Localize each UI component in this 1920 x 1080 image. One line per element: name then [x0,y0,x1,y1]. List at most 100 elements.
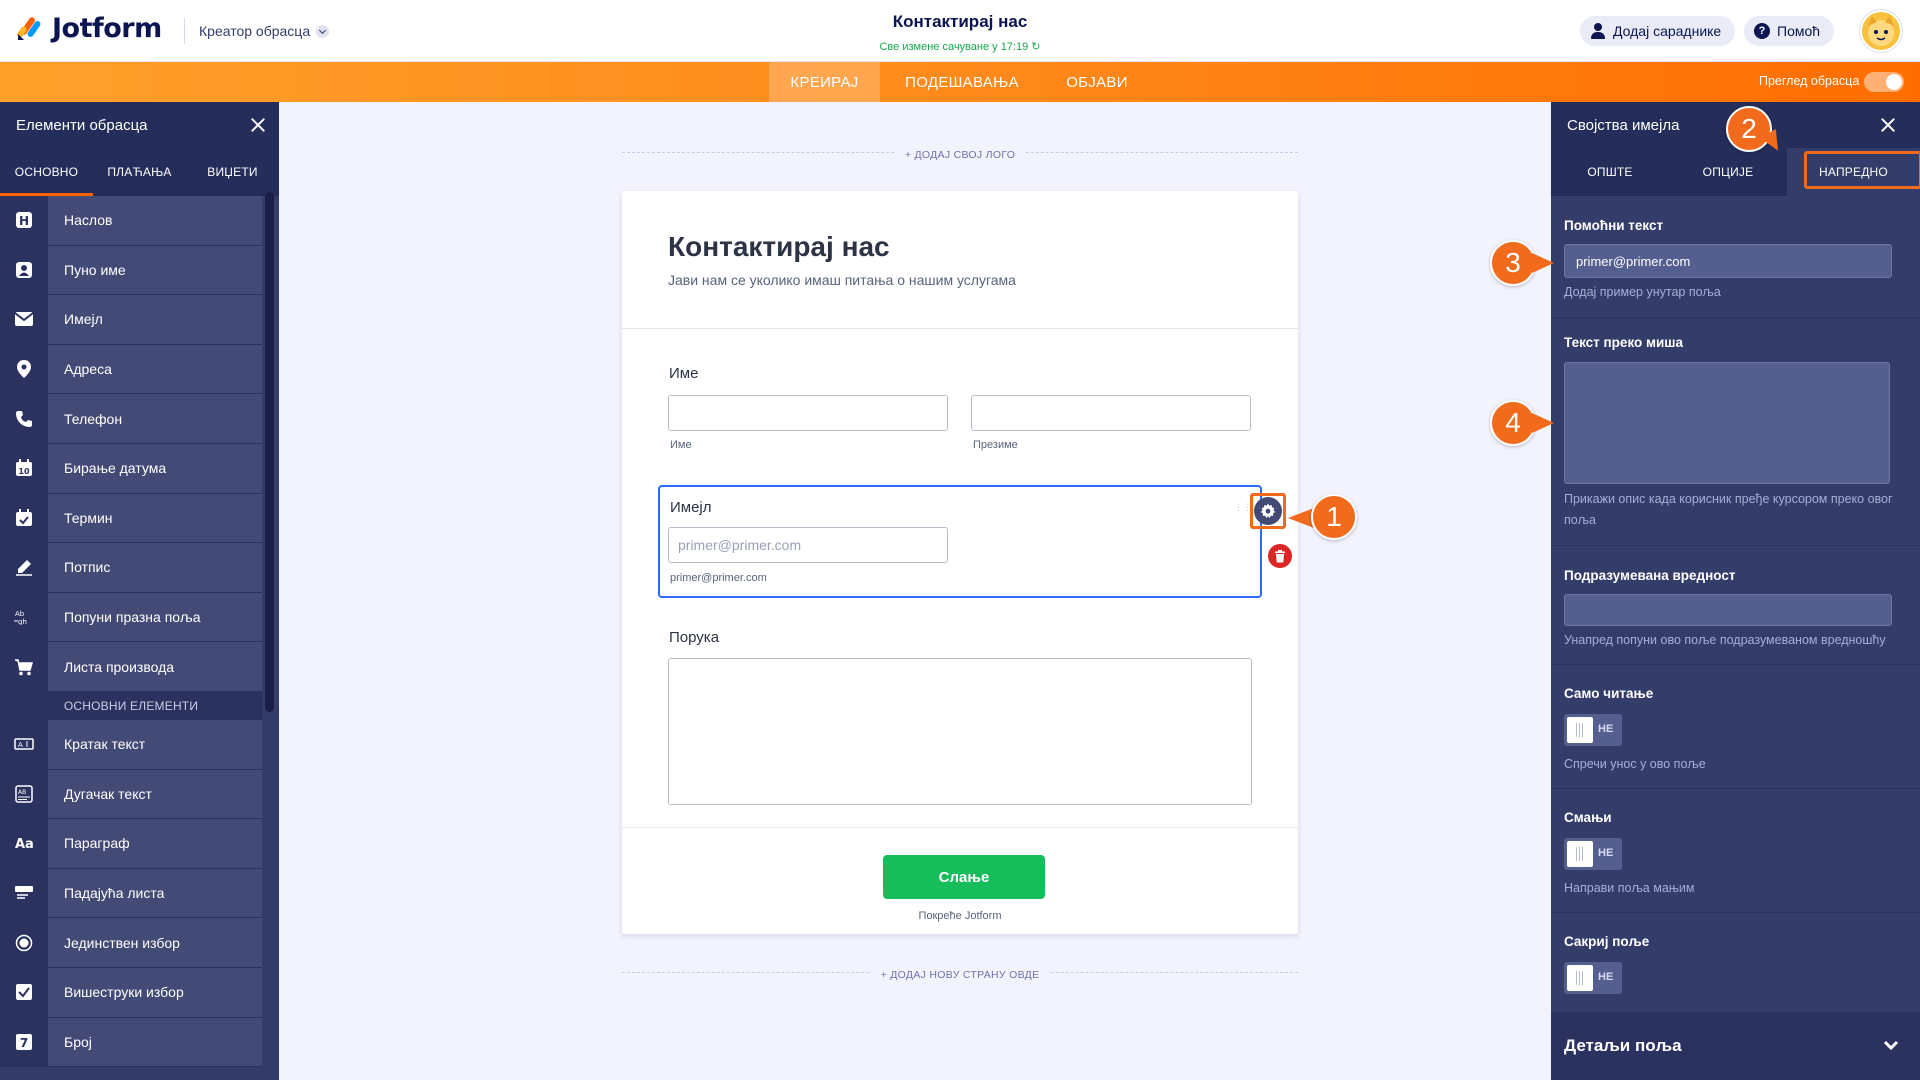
element-appointment[interactable]: Термин [0,493,262,544]
close-icon[interactable] [1880,117,1896,133]
email-input[interactable]: primer@primer.com [668,527,948,563]
elements-panel-header: Елементи обрасца [0,102,279,148]
map-pin-icon [0,344,48,394]
add-logo-wrap: + ДОДАЈ СВОЈ ЛОГО [622,145,1298,163]
tab-create[interactable]: КРЕИРАЈ [769,62,880,102]
hint-value: primer@primer.com [1576,253,1691,269]
elements-scrollbar[interactable] [265,192,274,712]
hover-text-help: Прикажи опис када корисник пређе курсоро… [1564,492,1893,527]
element-label: Наслов [64,212,113,229]
delete-field-button[interactable] [1268,544,1292,568]
read-only-toggle[interactable]: НЕ [1564,714,1622,746]
drag-handle-icon[interactable]: ⋮⋮ [1234,503,1252,522]
email-placeholder: primer@primer.com [678,537,802,553]
avatar[interactable] [1860,10,1902,52]
callout-2-highlight [1804,151,1920,189]
element-fill-in-blank[interactable]: Ab gh Попуни празна поља [0,592,262,643]
hide-field-toggle[interactable]: НЕ [1564,962,1622,994]
calendar-icon: 10 [0,443,48,493]
element-multiple-choice[interactable]: Вишеструки избор [0,967,262,1018]
section-divider [1551,912,1920,913]
properties-title: Својства имејла [1567,116,1680,134]
tab-publish[interactable]: ОБЈАВИ [1050,62,1144,102]
checkbox-icon [0,967,48,1017]
help-label: Помоћ [1777,23,1821,39]
callout-3-badge: 3 [1490,240,1536,286]
hover-text-textarea[interactable] [1564,362,1890,484]
tab-widgets[interactable]: ВИЏЕТИ [186,148,279,196]
element-long-text[interactable]: AB Дугачак текст [0,769,262,820]
element-address[interactable]: Адреса [0,344,262,395]
last-name-input[interactable] [971,395,1251,431]
help-button[interactable]: ? Помоћ [1744,16,1835,46]
close-icon[interactable] [250,117,266,133]
tab-settings[interactable]: ПОДЕШАВАЊА [884,62,1040,102]
message-label: Порука [669,629,720,646]
add-page-link[interactable]: + ДОДАЈ НОВУ СТРАНУ ОВДЕ [870,969,1050,981]
element-dropdown[interactable]: Падајућа листа [0,868,262,919]
toggle-state: НЕ [1598,723,1614,735]
hover-text-label: Текст преко миша [1564,335,1684,350]
element-product-list[interactable]: Листа производа [0,642,262,692]
save-status-text: Све измене сачуване у 17:19 [879,41,1029,53]
section-divider [1551,317,1920,318]
default-value-label: Подразумевана вредност [1564,568,1736,583]
default-value-input[interactable] [1564,594,1892,626]
callout-1-badge: 1 [1311,494,1357,540]
form-preview-toggle[interactable] [1864,72,1904,92]
email-field-selected[interactable]: Имејл primer@primer.com primer@primer.co… [658,485,1262,598]
element-phone[interactable]: Телефон [0,394,262,444]
properties-tabs: ОПШТЕ ОПЦИЈЕ НАПРЕДНО [1551,148,1920,196]
elements-list: H Наслов Пуно име Имејл Адреса Телефон 1… [0,196,262,1068]
element-paragraph[interactable]: Aa Параграф [0,819,262,869]
message-textarea[interactable] [668,658,1252,805]
field-details-accordion[interactable]: Детаљи поља [1551,1012,1920,1080]
cart-icon [0,642,48,691]
toggle-knob [1567,965,1593,991]
element-short-text[interactable]: A Кратак текст [0,719,262,770]
powered-by[interactable]: Покреће Jotform [622,910,1298,922]
hint-input[interactable]: primer@primer.com [1564,244,1892,278]
svg-text:10: 10 [18,467,30,476]
toggle-knob [1567,717,1593,743]
shrink-toggle[interactable]: НЕ [1564,838,1622,870]
envelope-icon [0,295,48,344]
avatar-face-icon [1868,16,1894,46]
short-text-icon: A [0,719,48,769]
add-logo-link[interactable]: + ДОДАЈ СВОЈ ЛОГО [894,149,1026,161]
radio-icon [0,918,48,967]
tab-general[interactable]: ОПШТЕ [1551,148,1669,196]
shrink-label: Смањи [1564,810,1612,825]
read-only-help: Спречи унос у ово поље [1564,757,1706,771]
callout-3-arrow [1532,253,1554,273]
heading-divider [622,328,1298,329]
form-heading[interactable]: Контактирај нас [668,231,890,263]
callout-4-badge: 4 [1490,400,1536,446]
tab-payments[interactable]: ПЛАЋАЊА [93,148,186,196]
trash-icon [1275,549,1285,562]
element-signature[interactable]: Потпис [0,543,262,593]
elements-panel-title: Елементи обрасца [16,116,148,134]
tab-basic[interactable]: ОСНОВНО [0,148,93,196]
element-email[interactable]: Имејл [0,295,262,345]
elements-tabs: ОСНОВНО ПЛАЋАЊА ВИЏЕТИ [0,148,279,196]
form-subheading[interactable]: Јави нам се уколико имаш питања о нашим … [668,272,1016,288]
help-icon: ? [1754,23,1770,39]
element-label: Бирање датума [64,460,167,477]
fill-blank-icon: Ab gh [0,592,48,642]
add-collaborators-button[interactable]: Додај сараднике [1580,16,1736,46]
long-text-icon: AB [0,769,48,819]
element-heading[interactable]: H Наслов [0,196,262,246]
form-elements-panel: Елементи обрасца ОСНОВНО ПЛАЋАЊА ВИЏЕТИ … [0,102,279,1080]
svg-text:H: H [19,214,29,228]
element-label: Параграф [64,835,130,852]
element-date-picker[interactable]: 10 Бирање датума [0,443,262,494]
basic-elements-section-header: ОСНОВНИ ЕЛЕМЕНТИ [0,691,262,720]
submit-button[interactable]: Слање [883,855,1045,899]
element-single-choice[interactable]: Јединствен избор [0,918,262,968]
element-full-name[interactable]: Пуно име [0,245,262,296]
submit-divider [622,827,1298,828]
first-name-input[interactable] [668,395,948,431]
paragraph-icon: Aa [0,819,48,868]
element-number[interactable]: 7 Број [0,1017,262,1068]
